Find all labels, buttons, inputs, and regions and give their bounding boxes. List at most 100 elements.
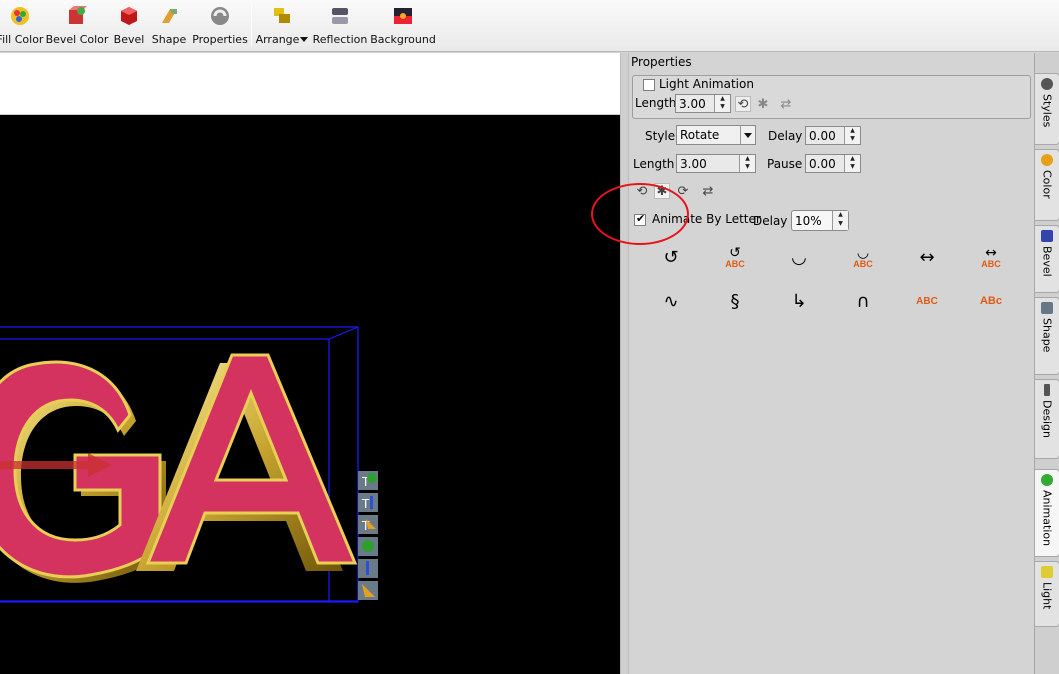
preset-small-caps[interactable]: ABc bbox=[975, 286, 1007, 316]
spin-down-icon[interactable]: ▼ bbox=[845, 135, 860, 143]
arrange-label: Arrange bbox=[256, 33, 309, 46]
annotation-circle bbox=[591, 183, 689, 245]
spin-up-icon[interactable]: ▲ bbox=[845, 127, 860, 135]
letter-delay-label: Delay bbox=[753, 214, 788, 228]
preset-wave[interactable]: ∿ bbox=[655, 286, 687, 316]
delay-arrows[interactable]: ▲ ▼ bbox=[844, 127, 860, 144]
light-length-spinner[interactable]: 3.00 ▲ ▼ bbox=[675, 94, 731, 113]
3d-canvas[interactable]: T T T bbox=[0, 115, 620, 674]
delay-label: Delay bbox=[768, 129, 803, 143]
spin-up-icon[interactable]: ▲ bbox=[845, 155, 860, 163]
preset-stretch[interactable]: ↔ bbox=[911, 242, 943, 272]
chevron-down-icon[interactable] bbox=[740, 126, 755, 144]
loop-light-icon[interactable]: ⇄ bbox=[778, 96, 794, 112]
rotate-icon: ↺ bbox=[663, 246, 679, 268]
delay-spinner[interactable]: 0.00 ▲ ▼ bbox=[805, 126, 861, 145]
chevron-down-icon bbox=[300, 37, 309, 42]
styles-icon bbox=[1041, 78, 1053, 90]
shape-tab-icon bbox=[1041, 302, 1053, 314]
loop-mode-icon[interactable]: ⇄ bbox=[700, 183, 716, 199]
toolbar: Fill Color Bevel Color Bevel Shape Prope… bbox=[0, 0, 1059, 52]
transform-gizmo[interactable]: T T T bbox=[358, 471, 378, 600]
tab-design-label: Design bbox=[1040, 400, 1054, 438]
tab-bevel[interactable]: Bevel bbox=[1035, 225, 1059, 293]
tab-light[interactable]: Light bbox=[1035, 561, 1059, 627]
preset-rotate[interactable]: ↺ bbox=[655, 242, 687, 272]
bevel-color-icon bbox=[69, 6, 87, 24]
background-icon bbox=[394, 8, 412, 24]
spin-icon: ◡ bbox=[856, 244, 870, 261]
pause-spinner[interactable]: 0.00 ▲ ▼ bbox=[805, 154, 861, 173]
reflection-button[interactable]: Reflection bbox=[313, 3, 367, 49]
spin-down-icon[interactable]: ▼ bbox=[740, 163, 755, 171]
light-animation-group: Light Animation Length 3.00 ▲ ▼ ⟲ ✱ ⇄ bbox=[632, 75, 1031, 119]
bevel-button[interactable]: Bevel bbox=[113, 3, 145, 49]
spin-down-icon[interactable]: ▼ bbox=[845, 163, 860, 171]
bevel-color-button[interactable]: Bevel Color bbox=[45, 3, 109, 49]
tab-design[interactable]: Design bbox=[1035, 379, 1059, 459]
preset-rotate-letters[interactable]: ↺ ABC bbox=[719, 242, 751, 272]
panel-splitter[interactable] bbox=[620, 53, 629, 674]
preset-s-curve[interactable]: § bbox=[719, 286, 751, 316]
background-label: Background bbox=[370, 33, 436, 46]
preset-stretch-letters[interactable]: ↔ ABC bbox=[975, 242, 1007, 272]
letter-delay-spinner[interactable]: 10% ▲ ▼ bbox=[791, 210, 849, 231]
abc-label: ABC bbox=[725, 258, 745, 269]
tab-color[interactable]: Color bbox=[1035, 149, 1059, 221]
abc-label: ABC bbox=[981, 258, 1001, 269]
preset-text-cursor[interactable]: ABC bbox=[911, 286, 943, 316]
preset-hook[interactable]: ↳ bbox=[783, 286, 815, 316]
letter-delay-value: 10% bbox=[795, 214, 822, 228]
tab-light-label: Light bbox=[1040, 582, 1054, 610]
rotate-icon: ↺ bbox=[729, 244, 741, 261]
light-length-value: 3.00 bbox=[679, 97, 706, 111]
spin-icon: ◡ bbox=[791, 246, 807, 268]
style-select[interactable]: Rotate bbox=[676, 125, 756, 145]
tab-animation-label: Animation bbox=[1040, 490, 1054, 547]
spin-down-icon[interactable]: ▼ bbox=[715, 103, 730, 111]
letter-delay-arrows[interactable]: ▲ ▼ bbox=[832, 211, 848, 230]
tab-styles-label: Styles bbox=[1040, 94, 1054, 128]
spin-down-icon[interactable]: ▼ bbox=[833, 220, 848, 228]
length-spinner[interactable]: 3.00 ▲ ▼ bbox=[676, 154, 756, 173]
properties-label: Properties bbox=[192, 33, 248, 46]
letter-a bbox=[136, 353, 358, 571]
abc-small-label: ABc bbox=[979, 294, 1002, 307]
length-arrows[interactable]: ▲ ▼ bbox=[739, 155, 755, 172]
reflection-icon bbox=[332, 8, 348, 24]
letter-g bbox=[0, 360, 166, 583]
light-length-label: Length bbox=[635, 96, 677, 110]
spin-up-icon[interactable]: ▲ bbox=[833, 211, 848, 220]
sweep-light-icon[interactable]: ✱ bbox=[755, 96, 771, 112]
light-animation-checkbox[interactable] bbox=[643, 79, 655, 91]
preset-arch[interactable]: ∩ bbox=[847, 286, 879, 316]
spin-up-icon[interactable]: ▲ bbox=[715, 95, 730, 103]
style-value: Rotate bbox=[680, 128, 720, 142]
pause-arrows[interactable]: ▲ ▼ bbox=[844, 155, 860, 172]
bevel-color-label: Bevel Color bbox=[45, 33, 109, 46]
length-value: 3.00 bbox=[680, 157, 707, 171]
shape-button[interactable]: Shape bbox=[152, 3, 186, 49]
background-button[interactable]: Background bbox=[370, 3, 436, 49]
sine-wave-icon: ∿ bbox=[663, 290, 679, 312]
design-icon bbox=[1044, 384, 1050, 396]
rotate-light-icon[interactable]: ⟲ bbox=[735, 96, 751, 112]
tab-shape[interactable]: Shape bbox=[1035, 297, 1059, 375]
bevel-label: Bevel bbox=[113, 33, 145, 46]
arrange-button[interactable]: Arrange bbox=[256, 3, 309, 49]
preset-spin-letters[interactable]: ◡ ABC bbox=[847, 242, 879, 272]
fill-color-button[interactable]: Fill Color bbox=[0, 3, 44, 49]
properties-icon bbox=[211, 7, 229, 25]
tab-shape-label: Shape bbox=[1040, 318, 1054, 353]
tab-animation[interactable]: Animation bbox=[1035, 469, 1059, 557]
toolbar-separator bbox=[251, 4, 252, 46]
preset-spin[interactable]: ◡ bbox=[783, 242, 815, 272]
canvas-header bbox=[0, 53, 620, 115]
tab-styles[interactable]: Styles bbox=[1035, 73, 1059, 145]
fill-color-label: Fill Color bbox=[0, 33, 44, 46]
spin-up-icon[interactable]: ▲ bbox=[740, 155, 755, 163]
light-length-arrows[interactable]: ▲ ▼ bbox=[714, 95, 730, 112]
delay-value: 0.00 bbox=[809, 129, 836, 143]
arrange-icon bbox=[274, 8, 290, 23]
properties-button[interactable]: Properties bbox=[192, 3, 248, 49]
